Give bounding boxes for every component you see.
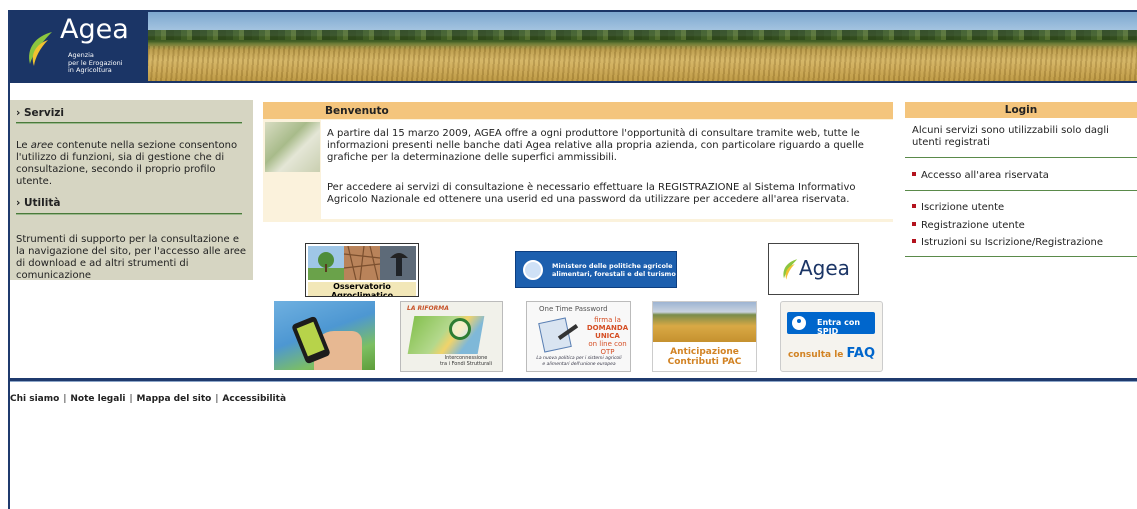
iscrizione-label: Iscrizione utente bbox=[921, 202, 1005, 213]
map-image bbox=[407, 316, 485, 354]
welcome-title: Benvenuto bbox=[325, 105, 389, 117]
phone-screen bbox=[296, 321, 325, 357]
faq-pre: consulta le bbox=[787, 350, 847, 360]
logo-subtitle: Agenzia per le Erogazioni in Agricoltura bbox=[68, 51, 123, 75]
welcome-body: A partire dal 15 marzo 2009, AGEA offre … bbox=[321, 120, 893, 219]
separator: | bbox=[63, 394, 67, 404]
osservatorio-label: Osservatorio Agroclimatico bbox=[308, 282, 416, 296]
riforma-caption: Interconnessione tra i Fondi Strutturali bbox=[431, 355, 501, 367]
otp-line: UNICA bbox=[595, 332, 620, 340]
area-riservata-link[interactable]: Accesso all'area riservata bbox=[912, 170, 1049, 181]
bullet-icon bbox=[912, 222, 916, 226]
otp-caption-line: La nuova politica per i sistemi agricoli bbox=[536, 356, 622, 361]
banner-treeline bbox=[148, 30, 1137, 40]
pac-label: Anticipazione Contributi PAC bbox=[653, 347, 756, 367]
bullet-icon bbox=[912, 172, 916, 176]
faq-link[interactable]: consulta le FAQ bbox=[785, 346, 878, 361]
separator: | bbox=[215, 394, 219, 404]
footer-links: Chi siamo | Note legali | Mappa del sito | Acc… bbox=[10, 394, 286, 404]
area-riservata-label: Accesso all'area riservata bbox=[921, 170, 1049, 181]
mipaaf-link[interactable]: Ministero delle politiche agricole alime… bbox=[515, 251, 677, 288]
agea-swoosh-icon bbox=[29, 32, 52, 66]
osservatorio-image-icon bbox=[308, 246, 416, 280]
mobile-app-link[interactable] bbox=[274, 301, 375, 370]
otp-caption: La nuova politica per i sistemi agricoli… bbox=[531, 356, 627, 367]
registrazione-utente-link[interactable]: Registrazione utente bbox=[912, 220, 1025, 231]
agea-wordmark: Agea bbox=[799, 256, 850, 280]
logo-sub-line: in Agricoltura bbox=[68, 66, 112, 74]
bullet-icon bbox=[912, 204, 916, 208]
magnifier-icon bbox=[449, 318, 471, 340]
site-header: Agea Agenzia per le Erogazioni in Agrico… bbox=[10, 10, 1137, 83]
mipaaf-line: alimentari, forestali e del turismo bbox=[552, 270, 676, 278]
riforma-title: LA RIFORMA bbox=[407, 305, 449, 312]
servizi-title[interactable]: › Servizi bbox=[16, 107, 64, 119]
iscrizione-utente-link[interactable]: Iscrizione utente bbox=[912, 202, 1004, 213]
agea-swoosh-icon bbox=[783, 259, 798, 280]
pac-line: Anticipazione bbox=[670, 347, 739, 357]
spid-faq-tile: Entra con SPID consulta le FAQ bbox=[780, 301, 883, 372]
faq-word: FAQ bbox=[846, 346, 876, 361]
wheat-field-banner bbox=[148, 12, 1137, 81]
login-header: Login bbox=[905, 102, 1137, 118]
utilita-description: Strumenti di supporto per la consultazio… bbox=[16, 234, 247, 281]
mappa-sito-link[interactable]: Mappa del sito bbox=[137, 394, 212, 404]
chi-siamo-link[interactable]: Chi siamo bbox=[10, 394, 59, 404]
divider bbox=[905, 190, 1137, 191]
agea-logo[interactable]: Agea Agenzia per le Erogazioni in Agrico… bbox=[12, 12, 144, 80]
divider bbox=[16, 213, 242, 215]
servizi-description: Le aree contenute nella sezione consento… bbox=[16, 140, 248, 188]
mipaaf-label: Ministero delle politiche agricole alime… bbox=[552, 262, 676, 278]
utilita-title[interactable]: › Utilità bbox=[16, 197, 60, 209]
otp-title: One Time Password bbox=[539, 305, 608, 313]
footer-divider bbox=[10, 378, 1137, 382]
anticipazione-pac-link[interactable]: Anticipazione Contributi PAC bbox=[652, 301, 757, 372]
agea-link[interactable]: Agea bbox=[768, 243, 859, 295]
divider bbox=[905, 157, 1137, 158]
bullet-icon bbox=[912, 239, 916, 243]
note-legali-link[interactable]: Note legali bbox=[70, 394, 125, 404]
otp-caption-line: e alimentari dell'unione europea bbox=[542, 361, 616, 367]
registrazione-label: Registrazione utente bbox=[921, 220, 1025, 231]
otp-line: on line con OTP bbox=[588, 340, 627, 356]
mipaaf-line: Ministero delle politiche agricole bbox=[552, 262, 673, 270]
italian-emblem-icon bbox=[523, 260, 543, 280]
welcome-paragraph: Per accedere ai servizi di consultazione… bbox=[327, 182, 856, 205]
divider bbox=[16, 122, 242, 124]
otp-text: firma la DOMANDA UNICA on line con OTP bbox=[585, 316, 630, 356]
field-image bbox=[653, 302, 756, 342]
logo-wordmark: Agea bbox=[60, 14, 129, 45]
servizi-text-em: aree bbox=[30, 140, 54, 151]
welcome-paragraph: A partire dal 15 marzo 2009, AGEA offre … bbox=[327, 128, 864, 163]
welcome-image bbox=[265, 122, 320, 172]
welcome-header: Benvenuto bbox=[263, 102, 893, 119]
welcome-panel: Benvenuto A partire dal 15 marzo 2009, A… bbox=[263, 102, 893, 222]
riforma-caption-line: tra i Fondi Strutturali bbox=[439, 361, 493, 367]
istruzioni-link[interactable]: Istruzioni su Iscrizione/Registrazione bbox=[912, 237, 1103, 248]
riforma-link[interactable]: LA RIFORMA Interconnessione tra i Fondi … bbox=[400, 301, 503, 372]
login-title: Login bbox=[1004, 104, 1038, 116]
servizi-text: Le bbox=[16, 140, 31, 151]
left-sidebar: › Servizi Le aree contenute nella sezion… bbox=[10, 100, 253, 281]
istruzioni-label: Istruzioni su Iscrizione/Registrazione bbox=[921, 237, 1104, 248]
divider bbox=[905, 256, 1137, 257]
pac-line: Contributi PAC bbox=[667, 357, 742, 367]
otp-line: firma la bbox=[594, 316, 621, 324]
osservatorio-agroclimatico-link[interactable]: Osservatorio Agroclimatico bbox=[305, 243, 419, 297]
accessibilita-link[interactable]: Accessibilità bbox=[222, 394, 286, 404]
otp-line: DOMANDA bbox=[586, 324, 629, 332]
separator: | bbox=[129, 394, 133, 404]
user-icon bbox=[792, 316, 806, 330]
banner-grain bbox=[148, 46, 1137, 81]
otp-domanda-unica-link[interactable]: One Time Password firma la DOMANDA UNICA… bbox=[526, 301, 631, 372]
login-description: Alcuni servizi sono utilizzabili solo da… bbox=[912, 125, 1109, 148]
spid-label: Entra con SPID bbox=[817, 318, 861, 336]
spid-login-button[interactable]: Entra con SPID bbox=[787, 312, 875, 336]
